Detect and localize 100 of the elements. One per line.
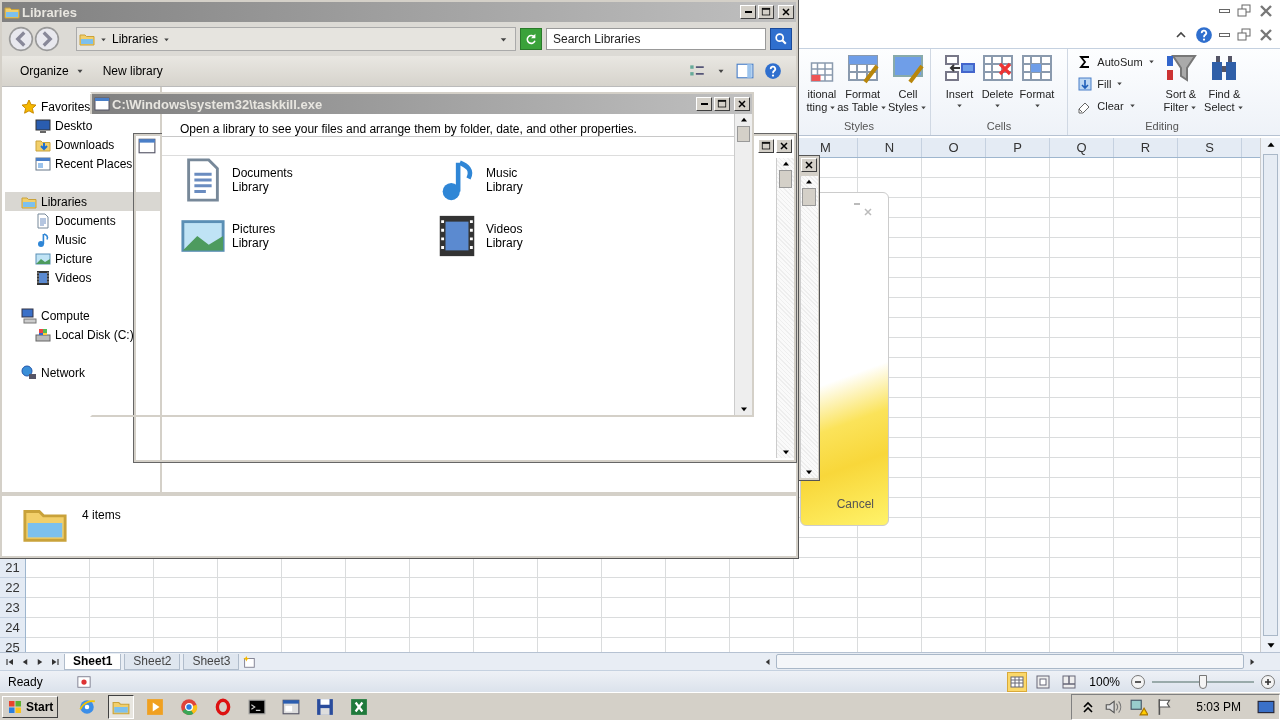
ribbon-button[interactable]: Find & Select (1202, 52, 1247, 119)
nav-item[interactable]: Favorites (5, 97, 91, 116)
taskbar-button[interactable] (108, 695, 135, 719)
breadcrumb[interactable]: Libraries (112, 32, 159, 46)
ribbon-button[interactable]: Insert (941, 52, 978, 119)
help-icon (764, 62, 782, 80)
column-header[interactable]: O (922, 138, 986, 157)
nav-item[interactable]: Deskto (5, 116, 93, 135)
sheet-tab[interactable]: Sheet1 (64, 653, 122, 670)
minimize-icon (1219, 33, 1230, 37)
minimize-icon (1219, 9, 1230, 13)
library-item[interactable]: Pictures Library (180, 212, 434, 260)
ribbon-button[interactable]: Sort & Filter (1161, 52, 1201, 119)
zoom-level: 100% (1089, 674, 1120, 689)
address-bar[interactable]: Libraries (76, 27, 516, 51)
nav-item[interactable]: Libraries (5, 192, 160, 211)
nav-item[interactable]: Network (5, 363, 85, 382)
toolbar-button[interactable]: New library (98, 64, 167, 78)
column-header[interactable]: R (1114, 138, 1178, 157)
search-icon (774, 32, 788, 46)
scrollbar[interactable] (776, 158, 794, 458)
window-title: Libraries (22, 4, 77, 20)
caret-icon (993, 101, 1003, 110)
minimize-button[interactable] (696, 97, 712, 111)
maximize-button[interactable] (758, 139, 774, 153)
close-button[interactable] (778, 5, 794, 19)
nav-item[interactable]: Compute (5, 306, 90, 325)
nav-item[interactable]: Documents (5, 211, 116, 230)
maximize-button[interactable] (758, 5, 774, 19)
ribbon-button[interactable]: Fill (1077, 74, 1156, 93)
sort-funnel-icon (1164, 52, 1197, 84)
caret-icon (1146, 57, 1156, 66)
restore-icon (1236, 27, 1252, 43)
minimize-button[interactable] (740, 5, 756, 19)
nav-item[interactable]: Recent Places (5, 154, 133, 173)
library-item[interactable]: Documents Library (180, 156, 434, 204)
scrollbar[interactable] (799, 176, 818, 478)
close-button[interactable] (800, 158, 817, 172)
caret-icon (1115, 79, 1125, 88)
ribbon-button[interactable]: Delete (979, 52, 1016, 119)
document-icon (35, 212, 51, 229)
library-item[interactable]: Videos Library (434, 212, 688, 260)
column-header[interactable]: N (858, 138, 922, 157)
spreadsheet-icon (350, 698, 369, 716)
nav-item[interactable]: Music (5, 230, 87, 249)
sheet-tab[interactable]: Sheet2 (124, 653, 181, 670)
close-button[interactable] (734, 97, 750, 111)
library-name: Videos (486, 222, 523, 236)
show-desktop-icon (1257, 698, 1275, 716)
close-icon (802, 159, 815, 171)
minimize-icon (700, 103, 708, 105)
clock: 5:03 PM (1196, 700, 1241, 714)
ribbon-button[interactable]: itional tting (806, 52, 838, 119)
group-label: Editing (1145, 119, 1179, 133)
page-break-view-icon (1061, 673, 1078, 690)
window-icon (138, 137, 156, 155)
film-strip-icon (35, 269, 51, 286)
search-button[interactable] (770, 28, 792, 50)
start-button[interactable]: Start (2, 696, 59, 718)
ribbon-button[interactable]: AutoSum (1077, 52, 1156, 71)
refresh-button[interactable] (520, 28, 542, 50)
library-item[interactable]: Music Library (434, 156, 688, 204)
page-view-icon (1035, 673, 1052, 690)
ring-icon (214, 698, 233, 716)
minimize-icon (744, 11, 752, 13)
row-header[interactable]: 22 (0, 578, 25, 598)
column-header[interactable]: S (1178, 138, 1242, 157)
item-count: 4 items (82, 508, 121, 522)
close-button[interactable] (776, 139, 792, 153)
scrollbar[interactable] (1260, 138, 1280, 652)
caret-icon (828, 103, 838, 112)
toolbar-button[interactable]: Organize (16, 64, 89, 78)
image-icon (35, 250, 51, 267)
view-button[interactable] (1007, 671, 1028, 692)
windows-logo-icon (7, 699, 23, 715)
maximize-icon (716, 98, 728, 110)
insert-cells-icon (943, 52, 976, 84)
nav-item[interactable]: Downloads (5, 135, 115, 154)
column-header[interactable]: P (986, 138, 1050, 157)
search-field[interactable]: Search Libraries (546, 28, 766, 50)
folder-icon (79, 31, 95, 47)
caret-icon (1032, 101, 1042, 110)
ribbon-button[interactable]: Clear (1077, 96, 1156, 115)
maximize-button[interactable] (714, 97, 730, 111)
grid-view-icon (1009, 673, 1026, 690)
cancel-button[interactable]: Cancel (836, 497, 874, 511)
row-header[interactable]: 24 (0, 618, 25, 638)
ribbon-button[interactable]: Cell Styles (888, 52, 928, 119)
format-cells-icon (1021, 52, 1053, 84)
row-header[interactable]: 23 (0, 598, 25, 618)
ribbon-button[interactable]: Format as Table (837, 52, 889, 119)
sheet-tab[interactable]: Sheet3 (183, 653, 240, 670)
close-icon (780, 6, 792, 18)
column-header[interactable]: Q (1050, 138, 1114, 157)
nav-item[interactable]: Picture (5, 249, 93, 268)
slider-thumb[interactable] (1199, 674, 1207, 689)
ribbon-button[interactable]: Format (1017, 52, 1057, 119)
nav-item[interactable]: Local Disk (C:) (5, 325, 134, 344)
nav-item[interactable]: Videos (5, 268, 92, 287)
scrollbar[interactable] (734, 114, 752, 415)
